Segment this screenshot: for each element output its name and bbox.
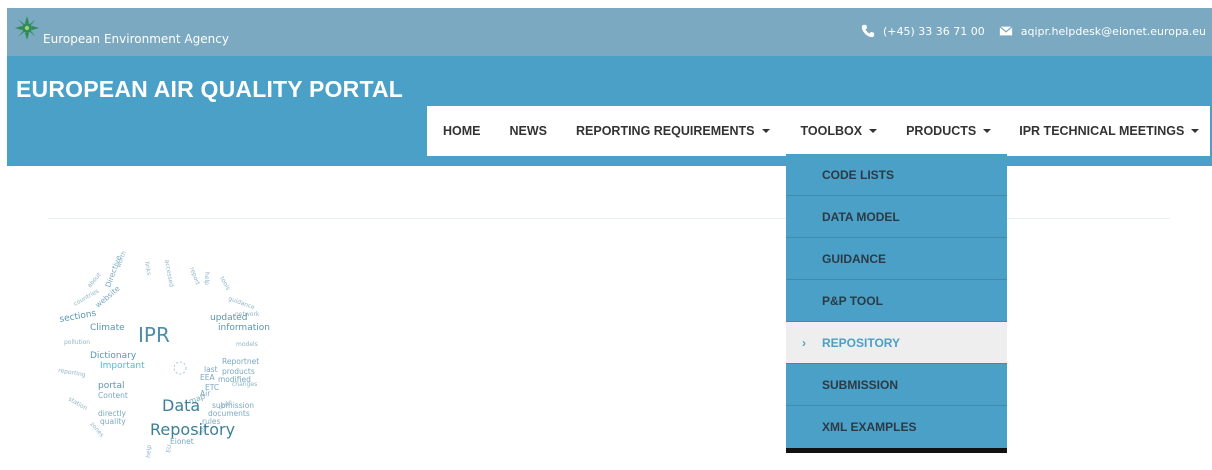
dropdown-item-label: REPOSITORY bbox=[822, 335, 901, 350]
svg-text:quality: quality bbox=[100, 417, 126, 426]
svg-text:Repository: Repository bbox=[150, 420, 235, 439]
dropdown-item-label: SUBMISSION bbox=[822, 377, 899, 392]
top-bar: European Environment Agency (+45) 33 36 … bbox=[7, 8, 1212, 56]
svg-text:help: help bbox=[145, 444, 153, 458]
svg-text:pollution: pollution bbox=[64, 339, 90, 346]
word-cloud-image[interactable]: worth links accessed report help tools a… bbox=[50, 248, 290, 468]
svg-text:EEA: EEA bbox=[200, 373, 215, 382]
nav-reporting-requirements-label: REPORTING REQUIREMENTS bbox=[576, 124, 755, 138]
nav-ipr-technical-meetings[interactable]: IPR TECHNICAL MEETINGS bbox=[1019, 106, 1200, 156]
svg-text:station: station bbox=[67, 396, 89, 412]
organization-name[interactable]: European Environment Agency bbox=[43, 32, 229, 46]
svg-text:tools: tools bbox=[218, 276, 231, 292]
nav-products-label: PRODUCTS bbox=[906, 124, 977, 138]
nav-news-label: NEWS bbox=[509, 124, 548, 138]
svg-text:accessed: accessed bbox=[163, 259, 175, 288]
nav-home[interactable]: HOME bbox=[443, 106, 481, 156]
email-icon bbox=[999, 26, 1013, 36]
svg-text:portal: portal bbox=[98, 381, 124, 391]
dropdown-item-repository[interactable]: › REPOSITORY bbox=[786, 322, 1007, 363]
nav-ipr-technical-meetings-label: IPR TECHNICAL MEETINGS bbox=[1019, 124, 1185, 138]
dropdown-item-pp-tool[interactable]: P&P TOOL bbox=[786, 280, 1007, 321]
nav-news[interactable]: NEWS bbox=[510, 106, 548, 156]
dropdown-item-submission[interactable]: SUBMISSION bbox=[786, 364, 1007, 405]
svg-text:links: links bbox=[143, 261, 152, 276]
svg-text:report: report bbox=[188, 266, 201, 286]
svg-text:Important: Important bbox=[100, 361, 145, 371]
contact-info: (+45) 33 36 71 00 aqipr.helpdesk@eionet.… bbox=[861, 24, 1206, 38]
dropdown-item-label: DATA MODEL bbox=[822, 209, 900, 224]
dropdown-item-label: GUIDANCE bbox=[822, 251, 887, 266]
chevron-right-icon: › bbox=[802, 335, 806, 350]
svg-text:updated: updated bbox=[210, 313, 247, 323]
svg-text:Directive: Directive bbox=[103, 254, 123, 289]
nav-home-label: HOME bbox=[443, 124, 481, 138]
caret-down-icon bbox=[869, 129, 878, 133]
phone-number[interactable]: (+45) 33 36 71 00 bbox=[883, 25, 985, 38]
dropdown-item-label: XML EXAMPLES bbox=[822, 419, 917, 434]
svg-text:Data: Data bbox=[162, 396, 200, 415]
svg-text:Reportnet: Reportnet bbox=[222, 357, 259, 366]
svg-text:Climate: Climate bbox=[90, 323, 125, 333]
nav-toolbox[interactable]: TOOLBOX bbox=[801, 106, 878, 156]
eea-logo-icon[interactable] bbox=[15, 16, 39, 40]
toolbox-dropdown-menu: CODE LISTS DATA MODEL GUIDANCE P&P TOOL … bbox=[786, 154, 1007, 453]
svg-text:Content: Content bbox=[98, 391, 128, 400]
svg-text:IPR: IPR bbox=[138, 323, 170, 347]
svg-text:models: models bbox=[236, 341, 258, 348]
email-address[interactable]: aqipr.helpdesk@eionet.europa.eu bbox=[1021, 25, 1206, 38]
caret-down-icon bbox=[761, 129, 770, 133]
svg-text:about: about bbox=[86, 271, 103, 289]
caret-down-icon bbox=[1191, 129, 1200, 133]
nav-products[interactable]: PRODUCTS bbox=[906, 106, 992, 156]
svg-text:guidance: guidance bbox=[227, 295, 256, 311]
portal-title[interactable]: EUROPEAN AIR QUALITY PORTAL bbox=[16, 76, 403, 103]
svg-text:information: information bbox=[218, 323, 270, 333]
svg-text:Dictionary: Dictionary bbox=[90, 351, 137, 361]
phone-icon bbox=[861, 24, 875, 38]
dropdown-item-label: CODE LISTS bbox=[822, 167, 895, 182]
caret-down-icon bbox=[983, 129, 992, 133]
main-navigation: HOME NEWS REPORTING REQUIREMENTS TOOLBOX… bbox=[427, 106, 1210, 156]
nav-reporting-requirements[interactable]: REPORTING REQUIREMENTS bbox=[576, 106, 770, 156]
dropdown-item-data-model[interactable]: DATA MODEL bbox=[786, 196, 1007, 237]
nav-toolbox-label: TOOLBOX bbox=[800, 124, 863, 138]
dropdown-item-xml-examples[interactable]: XML EXAMPLES bbox=[786, 406, 1007, 447]
svg-text:help: help bbox=[203, 272, 210, 285]
dropdown-item-code-lists[interactable]: CODE LISTS bbox=[786, 154, 1007, 195]
svg-text:reporting: reporting bbox=[58, 367, 87, 379]
dropdown-item-label: P&P TOOL bbox=[822, 293, 883, 308]
dropdown-item-guidance[interactable]: GUIDANCE bbox=[786, 238, 1007, 279]
svg-text:modified: modified bbox=[218, 375, 251, 384]
